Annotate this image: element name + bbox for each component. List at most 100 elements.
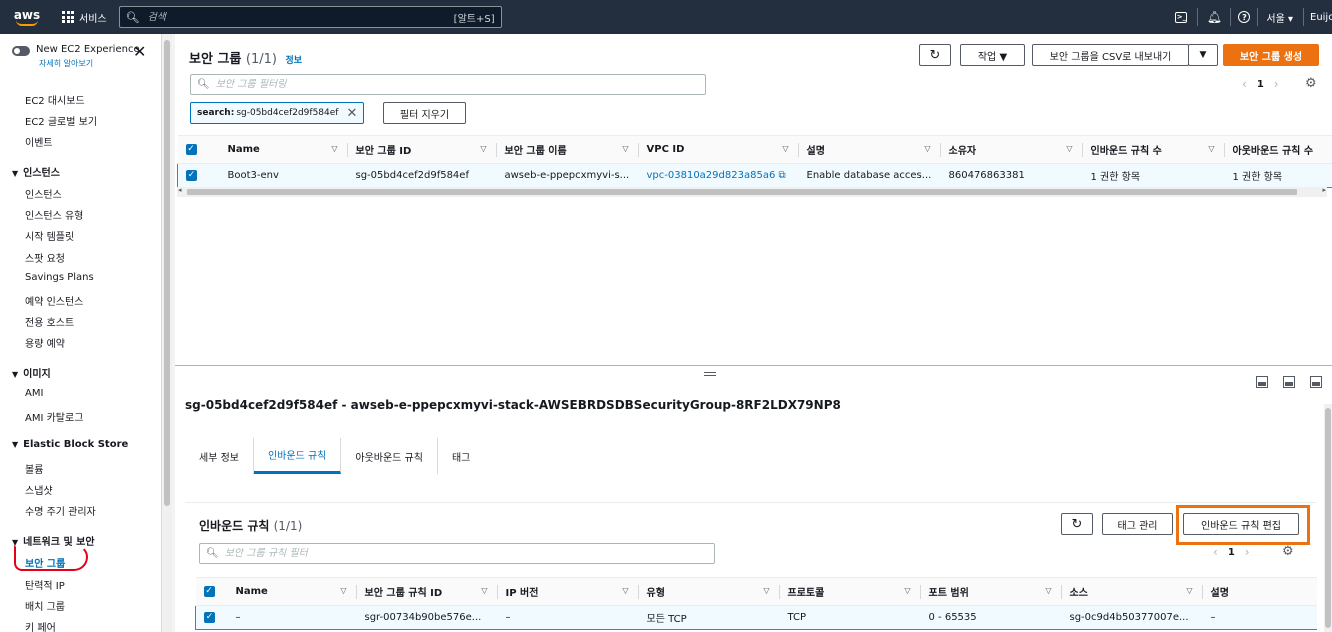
table-row[interactable]: ✓ Boot3-env sg-05bd4cef2d9f584ef awseb-e… (177, 163, 1332, 188)
sidebar-item-launch-templates[interactable]: 시작 템플릿 (25, 228, 74, 243)
scroll-right-icon[interactable]: ▸ (1322, 186, 1326, 194)
panel-side-icon[interactable] (1283, 376, 1295, 388)
tab-outbound-rules[interactable]: 아웃바운드 규칙 (341, 438, 438, 474)
cell-sg-id[interactable]: sg-05bd4cef2d9f584ef (347, 163, 497, 188)
user-menu[interactable]: Euijo (1310, 12, 1332, 23)
column-header[interactable]: 프로토콜 ▽ (779, 577, 921, 606)
column-header[interactable]: 소유자 ▽ (940, 135, 1083, 164)
column-header[interactable]: 설명 ▽ (798, 135, 941, 164)
rule-filter-input[interactable] (224, 548, 708, 559)
search-shortcut: [알트+S] (453, 13, 495, 25)
actions-button[interactable]: 작업 ▼ (960, 44, 1025, 66)
detail-vertical-scrollbar[interactable] (1324, 404, 1332, 632)
column-header[interactable]: 설명 (1202, 577, 1317, 606)
create-security-group-button[interactable]: 보안 그룹 생성 (1223, 44, 1319, 66)
close-icon[interactable]: ✕ (133, 44, 146, 60)
tab-details[interactable]: 세부 정보 (185, 438, 254, 474)
help-icon[interactable]: ? (1238, 11, 1251, 23)
sidebar-item-ec2-global-view[interactable]: EC2 글로벌 보기 (25, 113, 97, 128)
manage-tags-button[interactable]: 태그 관리 (1102, 513, 1173, 535)
scrollbar-thumb[interactable] (187, 189, 1297, 195)
page-number[interactable]: 1 (1228, 547, 1235, 558)
sidebar-item-dedicated-hosts[interactable]: 전용 호스트 (25, 314, 74, 329)
sidebar-item-elastic-ips[interactable]: 탄력적 IP (25, 577, 65, 592)
clear-filter-button[interactable]: 필터 지우기 (383, 102, 466, 124)
column-header[interactable]: Name ▽ (219, 135, 348, 164)
panel-full-icon[interactable] (1310, 376, 1322, 388)
gear-icon[interactable]: ⚙ (1282, 544, 1294, 559)
scrollbar-thumb[interactable] (164, 40, 170, 506)
services-menu[interactable]: 서비스 (62, 0, 107, 34)
info-link[interactable]: 정보 (286, 56, 303, 66)
select-all-checkbox[interactable]: ✓ (177, 135, 220, 164)
chevron-left-icon[interactable]: ‹ (1213, 545, 1218, 559)
sidebar-item-reserved-instances[interactable]: 예약 인스턴스 (25, 293, 83, 308)
security-group-filter-input[interactable] (215, 79, 699, 90)
column-header[interactable]: 인바운드 규칙 수 ▽ (1082, 135, 1225, 164)
chevron-left-icon[interactable]: ‹ (1242, 77, 1247, 91)
tab-inbound-rules[interactable]: 인바운드 규칙 (253, 438, 342, 474)
sidebar-item-savings-plans[interactable]: Savings Plans (25, 272, 94, 283)
rule-filter[interactable]: 🔍︎ (199, 543, 715, 564)
column-header[interactable]: IP 버전 ▽ (497, 577, 639, 606)
sidebar-item-spot-requests[interactable]: 스팟 요청 (25, 250, 65, 265)
sidebar-item-key-pairs[interactable]: 키 페어 (25, 619, 56, 632)
column-header[interactable]: 보안 그룹 규칙 ID ▽ (356, 577, 498, 606)
column-header[interactable]: 아웃바운드 규칙 수 (1224, 135, 1332, 164)
column-header[interactable]: VPC ID ▽ (638, 135, 799, 164)
select-all-checkbox[interactable]: ✓ (195, 577, 228, 606)
panel-bottom-icon[interactable] (1256, 376, 1268, 388)
sidebar-item-placement-groups[interactable]: 배치 그룹 (25, 598, 65, 613)
region-selector[interactable]: 서울 ▾ (1266, 10, 1293, 25)
column-header[interactable]: 포트 범위 ▽ (920, 577, 1062, 606)
sidebar-item-events[interactable]: 이벤트 (25, 134, 53, 149)
learn-more-link[interactable]: 자세히 알아보기 (39, 58, 93, 69)
sidebar-item-ec2-dashboard[interactable]: EC2 대시보드 (25, 92, 85, 107)
column-header[interactable]: 소스 ▽ (1061, 577, 1203, 606)
row-checkbox[interactable]: ✓ (177, 163, 220, 188)
global-search-input[interactable] (147, 11, 454, 23)
toggle-switch[interactable] (12, 46, 30, 56)
drag-handle-icon[interactable] (704, 372, 716, 376)
export-dropdown-button[interactable]: ▼ (1188, 44, 1218, 66)
cell-vpc-id[interactable]: vpc-03810a29d823a85a6 ⧉ (638, 163, 799, 188)
refresh-rules-button[interactable]: ↻ (1061, 513, 1093, 535)
row-checkbox[interactable]: ✓ (195, 605, 228, 630)
table-horizontal-scrollbar[interactable]: ◂ ▸ (177, 186, 1327, 197)
column-header[interactable]: Name ▽ (227, 577, 357, 606)
sidebar-item-volumes[interactable]: 볼륨 (25, 461, 43, 476)
sidebar-item-lifecycle-manager[interactable]: 수명 주기 관리자 (25, 503, 96, 518)
scroll-left-icon[interactable]: ◂ (178, 186, 182, 194)
sidebar-section-instances[interactable]: ▼ 인스턴스 (12, 164, 60, 179)
refresh-button[interactable]: ↻ (919, 44, 951, 66)
sort-icon: ▽ (782, 144, 789, 153)
security-group-filter[interactable]: 🔍︎ (190, 74, 706, 95)
sidebar-section-ebs[interactable]: ▼ Elastic Block Store (12, 439, 128, 450)
global-search[interactable]: 🔍︎ [알트+S] (118, 6, 502, 28)
bell-icon[interactable]: 🔔︎ (1205, 8, 1223, 26)
sort-icon: ▽ (331, 144, 338, 153)
external-link-icon: ⧉ (778, 170, 786, 181)
table-row[interactable]: ✓ – sgr-00734b90be576e... – 모든 TCP TCP 0… (195, 605, 1317, 630)
scrollbar-thumb[interactable] (1325, 408, 1331, 628)
sidebar-item-capacity-reservations[interactable]: 용량 예약 (25, 335, 65, 350)
sidebar-scrollbar[interactable] (162, 34, 172, 632)
column-header[interactable]: 유형 ▽ (638, 577, 780, 606)
sidebar-item-instances[interactable]: 인스턴스 (25, 186, 62, 201)
sidebar-section-images[interactable]: ▼ 이미지 (12, 365, 51, 380)
cloudshell-icon[interactable]: >_ (1172, 8, 1190, 26)
sidebar-item-instance-types[interactable]: 인스턴스 유형 (25, 207, 83, 222)
aws-logo[interactable]: aws (6, 0, 48, 34)
column-header[interactable]: 보안 그룹 ID ▽ (347, 135, 497, 164)
sidebar-item-ami-catalog[interactable]: AMI 카탈로그 (25, 409, 83, 424)
close-icon[interactable]: ✕ (346, 106, 357, 121)
sidebar-item-ami[interactable]: AMI (25, 388, 43, 399)
sidebar-item-snapshots[interactable]: 스냅샷 (25, 482, 53, 497)
gear-icon[interactable]: ⚙ (1305, 76, 1317, 91)
export-csv-button[interactable]: 보안 그룹을 CSV로 내보내기 (1032, 44, 1189, 66)
chevron-right-icon[interactable]: › (1245, 545, 1250, 559)
column-header[interactable]: 보안 그룹 이름 ▽ (496, 135, 639, 164)
tab-tags[interactable]: 태그 (438, 438, 484, 474)
chevron-right-icon[interactable]: › (1274, 77, 1279, 91)
page-number[interactable]: 1 (1257, 79, 1264, 90)
